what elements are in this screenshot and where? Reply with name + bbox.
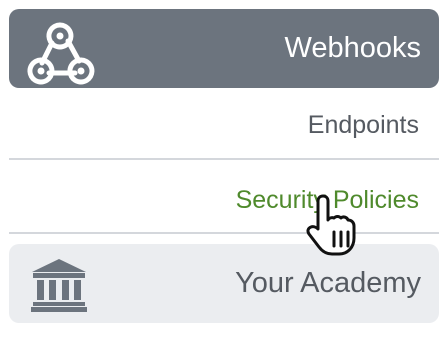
pointer-hand-icon <box>306 194 356 256</box>
webhook-icon <box>27 22 95 85</box>
your-academy-menu-item[interactable]: Your Academy <box>9 244 439 323</box>
menu-item-security-policies[interactable]: Security Policies <box>9 160 439 234</box>
endpoints-label: Endpoints <box>307 111 419 139</box>
institution-icon <box>31 259 87 312</box>
webhooks-menu-header[interactable]: Webhooks <box>9 9 439 88</box>
webhooks-label: Webhooks <box>284 32 422 64</box>
sidebar-menu: Webhooks Endpoints Security Policies You… <box>0 0 446 340</box>
menu-item-endpoints[interactable]: Endpoints <box>9 88 439 160</box>
